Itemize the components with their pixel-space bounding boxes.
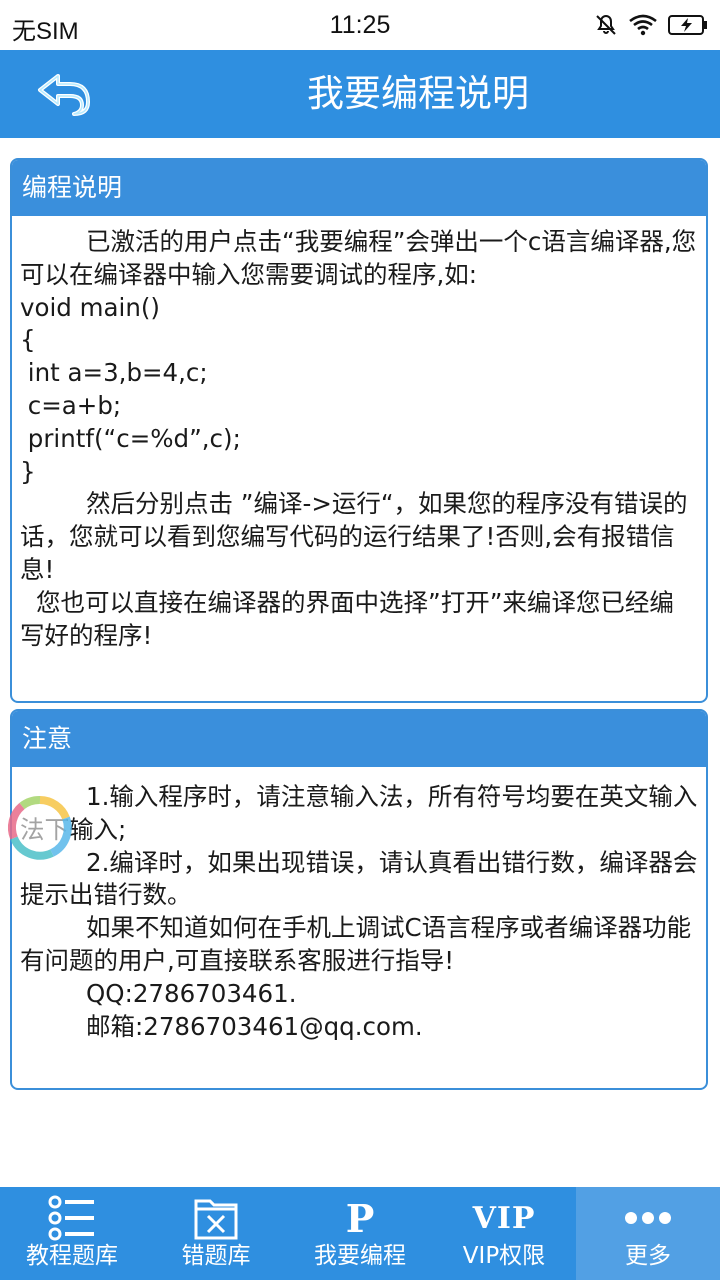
section-heading: 编程说明 <box>12 160 706 216</box>
paragraph: 已激活的用户点击“我要编程”会弹出一个c语言编译器,您可以在编译器中输入您需要调… <box>20 227 697 289</box>
notice-card: 注意 1.输入程序时，请注意输入法，所有符号均要在英文输入法下输入; 2.编译时… <box>10 709 708 1090</box>
p-icon: P <box>345 1195 375 1241</box>
wifi-icon <box>629 14 657 36</box>
tab-label: 错题库 <box>181 1243 251 1269</box>
section-body: 1.输入程序时，请注意输入法，所有符号均要在英文输入法下输入; 2.编译时，如果… <box>12 767 706 1043</box>
code-line: } <box>20 456 36 486</box>
bottom-tab-bar: 教程题库 错题库 P 我要编程 VIP VIP权限 更多 <box>0 1187 720 1280</box>
paragraph: 您也可以直接在编译器的界面中选择”打开”来编译您已经编写好的程序! <box>20 587 674 650</box>
paragraph: 如果不知道如何在手机上调试C语言程序或者编译器功能有问题的用户,可直接联系客服进… <box>20 913 692 975</box>
code-line: void main() <box>20 292 160 322</box>
floating-ring-icon <box>8 796 72 860</box>
paragraph: 2.编译时，如果出现错误，请认真看出错行数，编译器会提示出错行数。 <box>20 847 698 910</box>
section-heading: 注意 <box>12 711 706 767</box>
tab-label: VIP权限 <box>462 1243 546 1269</box>
status-icons <box>594 10 708 40</box>
floating-assistant-button[interactable] <box>0 788 80 868</box>
wrong-folder-icon <box>194 1199 238 1240</box>
more-dots-icon <box>625 1212 671 1224</box>
tab-label: 教程题库 <box>26 1243 118 1269</box>
tab-label: 我要编程 <box>314 1243 406 1269</box>
paragraph: 然后分别点击 ”编译->运行“，如果您的程序没有错误的话，您就可以看到您编写代码… <box>20 489 688 584</box>
tab-label: 更多 <box>625 1243 671 1269</box>
status-bar: 无SIM 11:25 <box>0 0 720 50</box>
battery-charging-icon <box>668 15 707 35</box>
code-line: printf(“c=%d”,c); <box>20 423 241 453</box>
tab-wrong-questions[interactable]: 错题库 <box>144 1187 288 1280</box>
tab-tutorial-questions[interactable]: 教程题库 <box>0 1187 144 1280</box>
title-bar: 我要编程说明 <box>0 50 720 138</box>
mute-bell-icon <box>596 14 616 35</box>
code-line: { <box>20 325 36 355</box>
tab-vip[interactable]: VIP VIP权限 <box>432 1187 576 1280</box>
contact-qq: QQ:2786703461. <box>86 978 297 1008</box>
tab-programming[interactable]: P 我要编程 <box>288 1187 432 1280</box>
paragraph: 1.输入程序时，请注意输入法，所有符号均要在英文输入法下输入; <box>20 782 698 844</box>
section-body: 已激活的用户点击“我要编程”会弹出一个c语言编译器,您可以在编译器中输入您需要调… <box>12 216 706 652</box>
tab-more[interactable]: 更多 <box>576 1187 720 1280</box>
list-icon <box>48 1195 94 1241</box>
vip-icon: VIP <box>472 1200 536 1236</box>
code-line: int a=3,b=4,c; <box>20 358 208 388</box>
programming-instructions-card: 编程说明 已激活的用户点击“我要编程”会弹出一个c语言编译器,您可以在编译器中输… <box>10 158 708 703</box>
code-line: c=a+b; <box>20 390 122 420</box>
page-title: 我要编程说明 <box>307 72 529 115</box>
contact-email: 邮箱:2786703461@qq.com. <box>86 1011 423 1041</box>
